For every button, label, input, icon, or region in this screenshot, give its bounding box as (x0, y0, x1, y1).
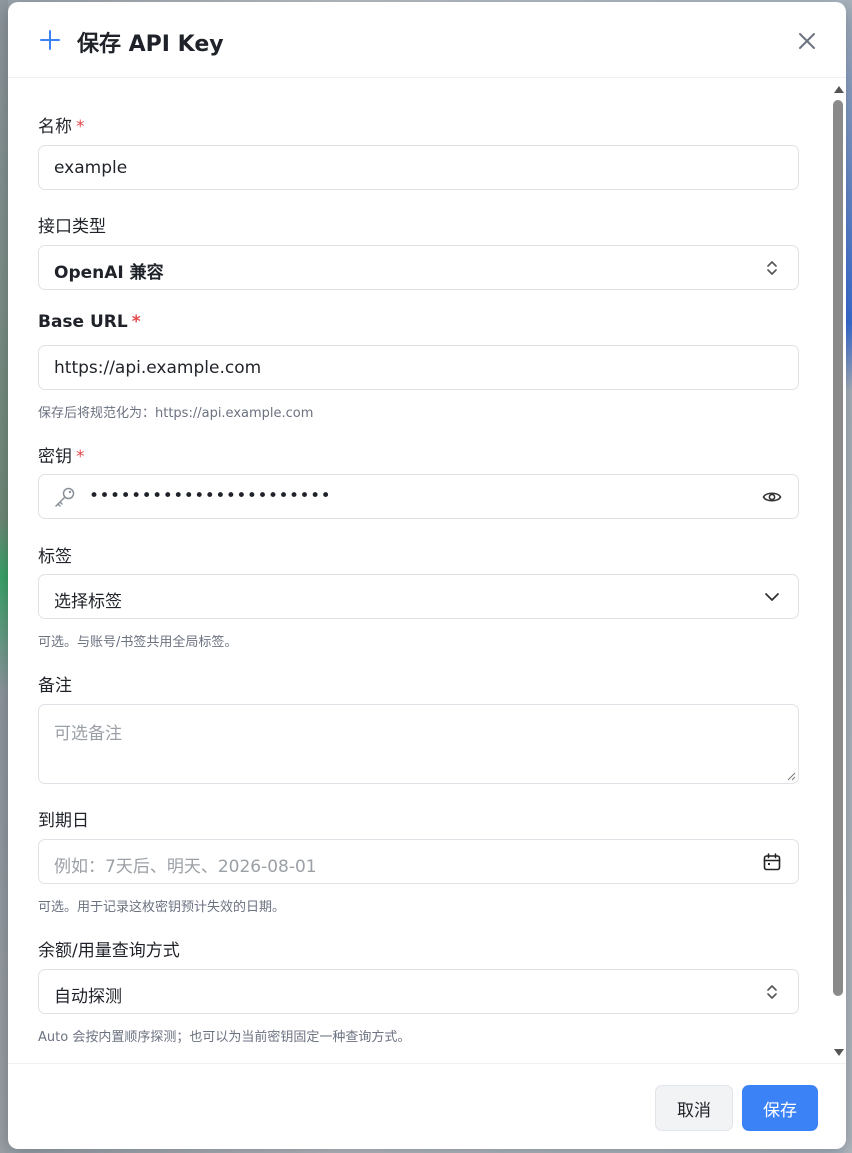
dialog-footer: 取消 保存 (8, 1063, 846, 1149)
base-url-hint: 保存后将规范化为：https://api.example.com (38, 406, 314, 421)
select-arrows-icon (767, 985, 777, 999)
expiry-label: 到期日 (38, 811, 89, 831)
select-arrows-icon (767, 261, 777, 275)
cancel-button[interactable]: 取消 (655, 1085, 733, 1131)
quota-hint: Auto 会按内置顺序探测；也可以为当前密钥固定一种查询方式。 (38, 1030, 411, 1045)
tags-select[interactable]: 选择标签 (38, 574, 799, 619)
secret-input[interactable]: ••••••••••••••••••••••• (38, 474, 799, 519)
name-input[interactable]: example (38, 145, 799, 190)
base-url-input[interactable]: https://api.example.com (38, 345, 799, 390)
api-type-select[interactable]: OpenAI 兼容 (38, 245, 799, 290)
plus-icon (40, 30, 60, 50)
scroll-down-arrow-icon[interactable] (834, 1049, 844, 1056)
quota-label: 余额/用量查询方式 (38, 941, 180, 961)
chevron-down-icon (765, 593, 779, 601)
expiry-hint: 可选。用于记录这枚密钥预计失效的日期。 (38, 900, 286, 915)
api-type-label: 接口类型 (38, 217, 106, 237)
key-icon (55, 487, 75, 507)
notes-label: 备注 (38, 676, 72, 696)
tags-label: 标签 (38, 547, 72, 567)
quota-select[interactable]: 自动探测 (38, 969, 799, 1014)
secret-label: 密钥 * (38, 447, 85, 467)
dialog-title: 保存 API Key (77, 32, 224, 57)
eye-icon[interactable] (762, 487, 782, 507)
scroll-up-arrow-icon[interactable] (834, 86, 844, 93)
background-left-edge (0, 0, 8, 1153)
resize-handle-icon[interactable] (786, 771, 796, 781)
close-icon[interactable] (794, 28, 820, 54)
save-button[interactable]: 保存 (742, 1085, 818, 1131)
scroll-thumb[interactable] (833, 100, 843, 996)
form-body[interactable]: 名称 * example 接口类型 OpenAI 兼容 Base URL * htt… (8, 79, 846, 1063)
expiry-input[interactable]: 例如：7天后、明天、2026-08-01 (38, 839, 799, 884)
name-label: 名称 * (38, 117, 85, 137)
form-scrollbar[interactable] (832, 86, 844, 1061)
notes-textarea[interactable]: 可选备注 (38, 704, 799, 784)
base-url-label: Base URL * (38, 312, 141, 332)
calendar-icon[interactable] (762, 852, 782, 872)
tags-hint: 可选。与账号/书签共用全局标签。 (38, 635, 238, 650)
save-api-key-dialog: 保存 API Key 名称 * example 接口类型 OpenAI 兼容 Ba… (8, 2, 846, 1149)
dialog-header: 保存 API Key (8, 2, 846, 78)
